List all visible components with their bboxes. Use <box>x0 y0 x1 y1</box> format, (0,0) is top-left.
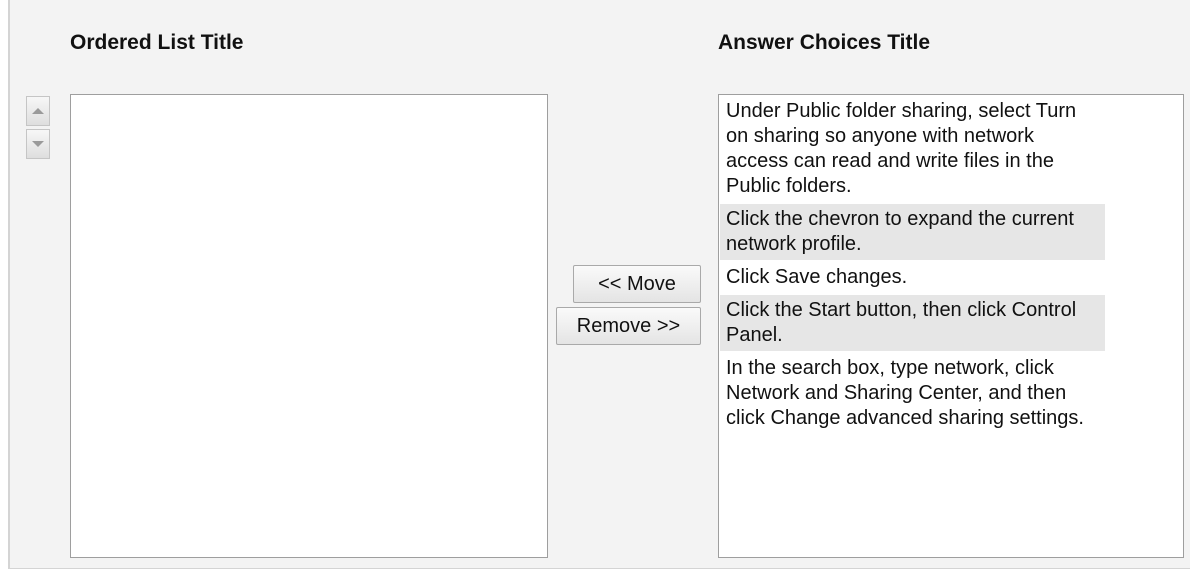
question-panel: Ordered List Title Answer Choices Title … <box>8 0 1190 569</box>
chevron-down-icon <box>32 141 44 147</box>
transfer-buttons: << Move Remove >> <box>556 265 706 349</box>
answer-choice-item[interactable]: In the search box, type network, click N… <box>720 353 1105 434</box>
move-up-button[interactable] <box>26 96 50 126</box>
answer-choices-list: Under Public folder sharing, select Turn… <box>718 94 1184 558</box>
move-button[interactable]: << Move <box>573 265 701 303</box>
remove-button[interactable]: Remove >> <box>556 307 701 345</box>
chevron-up-icon <box>32 108 44 114</box>
ordered-list-title: Ordered List Title <box>70 31 244 54</box>
ordered-list-box[interactable] <box>70 94 548 558</box>
answer-choice-item[interactable]: Click the chevron to expand the current … <box>720 204 1105 260</box>
answer-choice-item[interactable]: Under Public folder sharing, select Turn… <box>720 96 1105 202</box>
answer-choice-item[interactable]: Click the Start button, then click Contr… <box>720 295 1105 351</box>
answer-choice-item[interactable]: Click Save changes. <box>720 262 1105 293</box>
answer-choices-title: Answer Choices Title <box>718 31 931 54</box>
order-buttons <box>26 96 52 162</box>
move-down-button[interactable] <box>26 129 50 159</box>
